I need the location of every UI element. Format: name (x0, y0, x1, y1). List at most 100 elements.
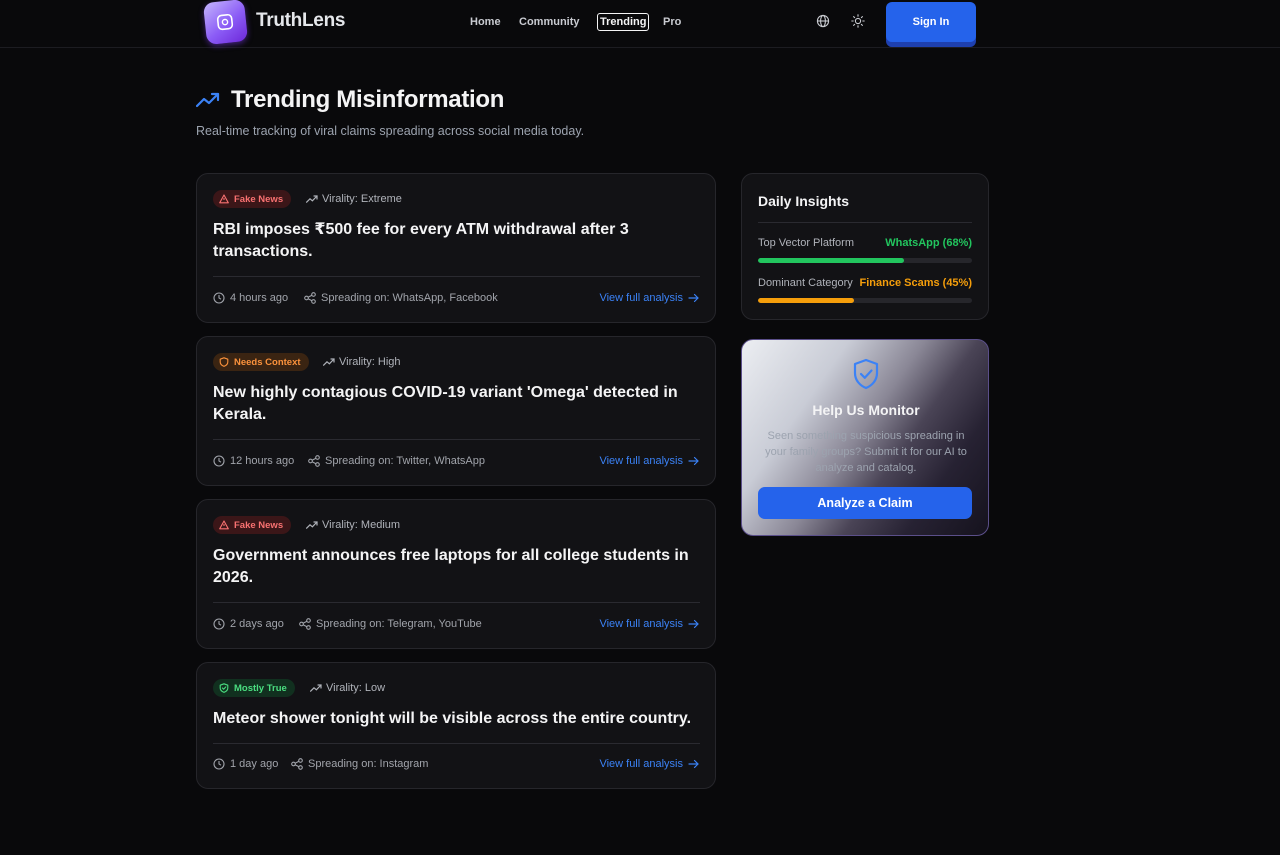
badge-label: Needs Context (234, 356, 301, 368)
virality-indicator: Virality: Medium (306, 519, 400, 531)
claim-card[interactable]: Fake News Virality: Medium Government an… (196, 499, 716, 649)
nav-community[interactable]: Community (519, 13, 580, 31)
view-analysis-label: View full analysis (599, 455, 683, 467)
stat-value-category: Finance Scams (45%) (859, 277, 973, 289)
trending-up-icon (195, 92, 220, 113)
shield-check-icon (852, 358, 880, 395)
trending-up-icon (306, 521, 318, 529)
share-icon (291, 758, 303, 770)
sign-in-button[interactable]: Sign In (886, 2, 976, 42)
badge-label: Fake News (234, 519, 284, 531)
badge-label: Mostly True (234, 682, 287, 694)
time-label: 2 days ago (230, 618, 284, 630)
stat-label-category: Dominant Category (758, 277, 853, 289)
time-label: 12 hours ago (230, 455, 295, 467)
category-progress-bar (758, 298, 972, 303)
share-icon (299, 618, 311, 630)
time-label: 1 day ago (230, 758, 279, 770)
brand-name[interactable]: TruthLens (256, 10, 345, 32)
page-subtitle: Real-time tracking of viral claims sprea… (196, 124, 585, 138)
share-icon (308, 455, 320, 467)
time-label: 4 hours ago (230, 292, 289, 304)
virality-label: Virality: Extreme (322, 193, 402, 205)
virality-label: Virality: Low (326, 682, 386, 694)
globe-icon[interactable] (816, 14, 830, 28)
trending-up-icon (306, 195, 318, 203)
view-analysis-label: View full analysis (599, 292, 683, 304)
claim-title[interactable]: Government announces free laptops for al… (213, 545, 703, 589)
alert-triangle-icon (219, 194, 229, 204)
virality-indicator: Virality: Extreme (306, 193, 402, 205)
shield-icon (219, 357, 229, 367)
insights-title: Daily Insights (758, 193, 850, 209)
claim-card[interactable]: Mostly True Virality: Low Meteor shower … (196, 662, 716, 789)
share-icon (304, 292, 316, 304)
spreading-label: Spreading on: Telegram, YouTube (316, 618, 482, 630)
claim-spreading: Spreading on: Twitter, WhatsApp (308, 455, 485, 467)
sun-icon[interactable] (851, 14, 865, 28)
clock-icon (213, 455, 225, 467)
help-us-monitor-panel: Help Us Monitor Seen something suspiciou… (741, 339, 989, 536)
card-divider (213, 439, 700, 440)
help-description: Seen something suspicious spreading in y… (765, 430, 967, 474)
card-divider (213, 602, 700, 603)
arrow-right-icon (688, 759, 699, 769)
claim-title[interactable]: New highly contagious COVID-19 variant '… (213, 382, 703, 426)
nav-trending[interactable]: Trending (597, 13, 650, 31)
view-analysis-link[interactable]: View full analysis (599, 455, 699, 467)
claim-time: 2 days ago (213, 618, 284, 630)
truthlens-logo-icon[interactable] (202, 0, 249, 46)
nav-pro[interactable]: Pro (663, 13, 681, 31)
view-analysis-link[interactable]: View full analysis (599, 758, 699, 770)
view-analysis-label: View full analysis (599, 758, 683, 770)
analyze-claim-button[interactable]: Analyze a Claim (758, 487, 972, 519)
claim-time: 1 day ago (213, 758, 278, 770)
view-analysis-link[interactable]: View full analysis (599, 618, 699, 630)
spreading-label: Spreading on: Twitter, WhatsApp (325, 455, 485, 467)
platform-progress-bar (758, 258, 972, 263)
status-badge: Mostly True (213, 679, 295, 697)
claim-card[interactable]: Needs Context Virality: High New highly … (196, 336, 716, 486)
arrow-right-icon (688, 293, 699, 303)
claim-time: 4 hours ago (213, 292, 288, 304)
status-badge: Needs Context (213, 353, 309, 371)
status-badge: Fake News (213, 190, 292, 208)
card-divider (213, 276, 700, 277)
shield-check-icon (219, 683, 229, 693)
arrow-right-icon (688, 456, 699, 466)
virality-indicator: Virality: High (323, 356, 401, 368)
view-analysis-link[interactable]: View full analysis (599, 292, 699, 304)
claim-title[interactable]: Meteor shower tonight will be visible ac… (213, 708, 703, 730)
clock-icon (213, 618, 225, 630)
clock-icon (213, 292, 225, 304)
stat-label-platform: Top Vector Platform (758, 237, 854, 249)
daily-insights-panel: Daily Insights Top Vector Platform Whats… (741, 173, 989, 320)
top-navigation-bar: TruthLens Home Community Trending Pro Si… (0, 0, 1280, 48)
clock-icon (213, 758, 225, 770)
claim-card[interactable]: Fake News Virality: Extreme RBI imposes … (196, 173, 716, 323)
claim-spreading: Spreading on: Telegram, YouTube (299, 618, 482, 630)
claim-title[interactable]: RBI imposes ₹500 fee for every ATM withd… (213, 219, 703, 263)
badge-label: Fake News (234, 193, 284, 205)
spreading-label: Spreading on: Instagram (308, 758, 429, 770)
status-badge: Fake News (213, 516, 292, 534)
claim-time: 12 hours ago (213, 455, 294, 467)
alert-triangle-icon (219, 520, 229, 530)
card-divider (213, 743, 700, 744)
virality-indicator: Virality: Low (310, 682, 385, 694)
trending-up-icon (310, 684, 322, 692)
spreading-label: Spreading on: WhatsApp, Facebook (321, 292, 498, 304)
category-progress-fill (758, 298, 855, 303)
view-analysis-label: View full analysis (599, 618, 683, 630)
help-title: Help Us Monitor (812, 402, 920, 418)
virality-label: Virality: Medium (322, 519, 401, 531)
claim-spreading: Spreading on: Instagram (291, 758, 428, 770)
arrow-right-icon (688, 619, 699, 629)
stat-value-platform: WhatsApp (68%) (885, 237, 972, 249)
insights-divider (758, 222, 972, 223)
trending-up-icon (323, 358, 335, 366)
platform-progress-fill (758, 258, 904, 263)
nav-home[interactable]: Home (470, 13, 501, 31)
claim-spreading: Spreading on: WhatsApp, Facebook (304, 292, 498, 304)
page-title: Trending Misinformation (231, 86, 505, 113)
